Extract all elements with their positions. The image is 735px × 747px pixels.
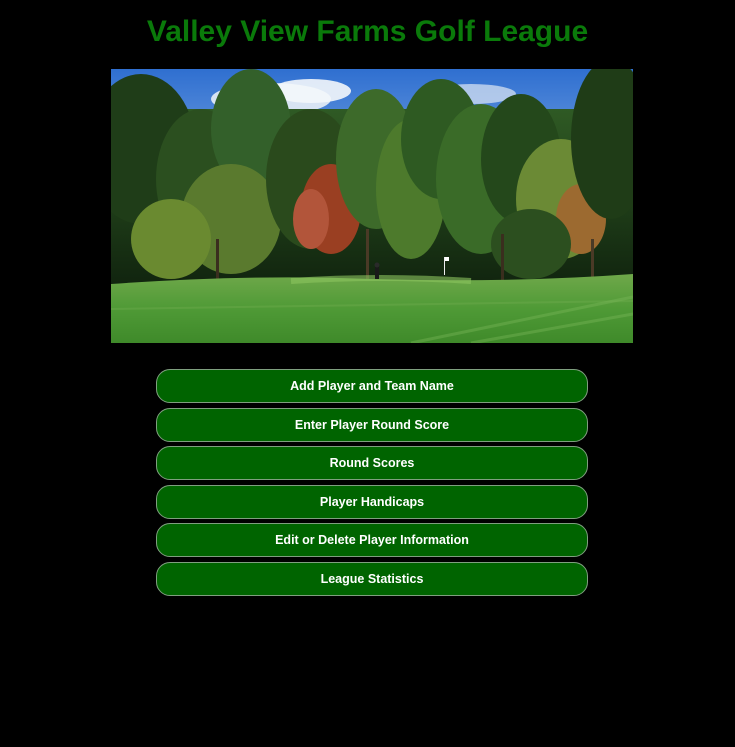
add-player-button[interactable]: Add Player and Team Name — [156, 369, 588, 403]
hero-image — [111, 69, 633, 343]
league-statistics-button[interactable]: League Statistics — [156, 561, 588, 596]
enter-round-score-button[interactable]: Enter Player Round Score — [156, 407, 588, 442]
main-menu: Add Player and Team Name Enter Player Ro… — [156, 369, 588, 601]
player-handicaps-button[interactable]: Player Handicaps — [156, 484, 588, 519]
page-title: Valley View Farms Golf League — [146, 15, 589, 48]
edit-delete-player-button[interactable]: Edit or Delete Player Information — [156, 523, 588, 558]
page: Valley View Farms Golf League Add Player… — [0, 0, 735, 747]
round-scores-button[interactable]: Round Scores — [156, 446, 588, 481]
